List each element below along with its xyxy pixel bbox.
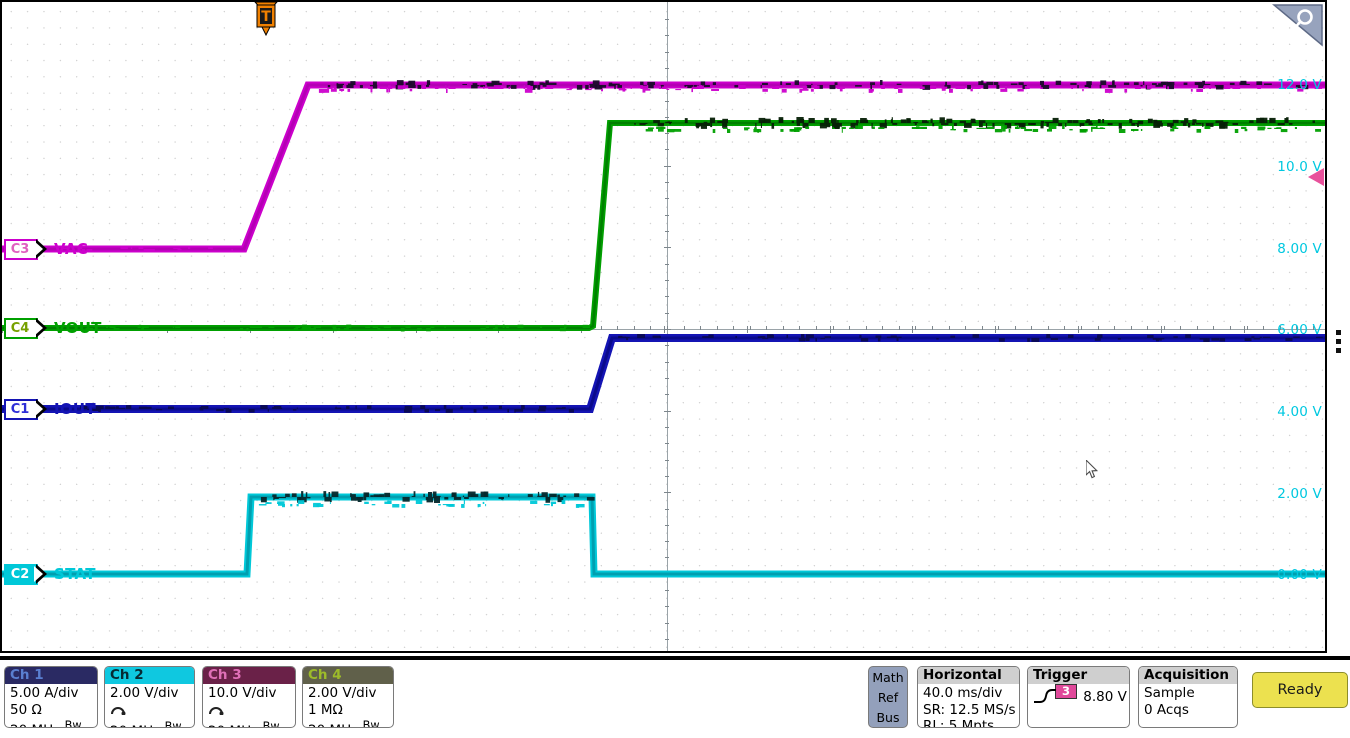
scale-label-2: 8.00 V: [1277, 241, 1322, 257]
channel-marker-c3[interactable]: C3 VAC: [4, 238, 88, 260]
trace-stat: [1, 493, 1326, 578]
trigger-level: 8.80 V: [1083, 689, 1127, 705]
ch1-coupling: 50 Ω: [10, 701, 42, 718]
channel-tag-c3[interactable]: C3: [4, 238, 47, 260]
channel-marker-c1[interactable]: C1 IOUT: [4, 398, 96, 420]
trigger-position-marker[interactable]: T: [253, 1, 279, 41]
rising-edge-icon: [1033, 689, 1057, 704]
bottom-settings-bar: Ch 1 5.00 A/div 50 Ω 20 MHz Bw Ch 2 2.00…: [0, 656, 1350, 738]
channel-label-c2: STAT: [54, 565, 96, 583]
channel-label-c1: IOUT: [54, 400, 96, 418]
trigger-title: Trigger: [1033, 667, 1088, 683]
acquisition-count: 0 Acqs: [1144, 701, 1189, 718]
channel-card-ch2-header[interactable]: Ch 2: [105, 667, 194, 684]
status-badge[interactable]: Ready: [1252, 672, 1348, 708]
channel-card-ch3-header[interactable]: Ch 3: [203, 667, 295, 684]
ch1-scale: 5.00 A/div: [10, 685, 79, 701]
ch2-bw-sup: Bw: [164, 720, 182, 728]
channel-marker-c4[interactable]: C4 VOUT: [4, 317, 102, 339]
channel-card-ch1-header[interactable]: Ch 1: [5, 667, 97, 684]
ch3-probe-icon: [208, 702, 290, 720]
channel-tag-c1[interactable]: C1: [4, 398, 47, 420]
ch1-bandwidth: 20 MHz Bw: [10, 718, 92, 728]
ch2-scale: 2.00 V/div: [110, 685, 179, 701]
ch2-probe-icon: [110, 702, 189, 720]
ch4-bw-sup: Bw: [362, 719, 380, 728]
ch3-bw-sup: Bw: [262, 720, 280, 728]
ch4-bandwidth: 20 MHz Bw: [308, 718, 388, 728]
ch3-scale: 10.0 V/div: [208, 685, 277, 701]
horizontal-scale: 40.0 ms/div: [923, 685, 1003, 701]
channel-label-c4: VOUT: [54, 319, 102, 337]
scale-label-3: 6.00 V: [1277, 322, 1322, 338]
ch2-bandwidth: 20 MHz Bw: [110, 719, 189, 728]
mouse-cursor: [1085, 458, 1100, 480]
ch4-coupling: 1 MΩ: [308, 701, 343, 718]
vertical-drag-handle[interactable]: [1336, 326, 1344, 353]
acquisition-card[interactable]: Acquisition Sample 0 Acqs: [1138, 666, 1238, 728]
channel-tag-c2[interactable]: C2: [4, 563, 47, 585]
channel-card-ch2[interactable]: Ch 2 2.00 V/div 20 MHz Bw: [104, 666, 195, 728]
channel-card-ch4[interactable]: Ch 4 2.00 V/div 1 MΩ 20 MHz Bw: [302, 666, 394, 728]
waveform-graticule[interactable]: 12.0 V 10.0 V 8.00 V 6.00 V 4.00 V 2.00 V 0.00…: [1, 1, 1326, 652]
ch3-bandwidth: 20 MHz Bw: [208, 719, 290, 728]
trigger-level-marker[interactable]: [1308, 168, 1324, 186]
channel-tag-c4[interactable]: C4: [4, 317, 47, 339]
bus-label[interactable]: Bus: [869, 708, 907, 728]
channel-marker-c2[interactable]: C2 STAT: [4, 563, 96, 585]
channel-card-ch4-header[interactable]: Ch 4: [303, 667, 393, 684]
math-label[interactable]: Math: [869, 668, 907, 688]
horizontal-record-length: RL: 5 Mpts: [923, 718, 995, 728]
bar-top-rule: [0, 656, 1350, 660]
horizontal-sample-rate: SR: 12.5 MS/s: [923, 701, 1016, 718]
channel-card-ch1[interactable]: Ch 1 5.00 A/div 50 Ω 20 MHz Bw: [4, 666, 98, 728]
trace-noise-speckle: [61, 80, 1323, 508]
trigger-card[interactable]: Trigger 3 8.80 V: [1027, 666, 1130, 728]
ch4-scale: 2.00 V/div: [308, 685, 377, 701]
trigger-marker-letter: T: [261, 9, 271, 25]
channel-card-ch3[interactable]: Ch 3 10.0 V/div 20 MHz Bw: [202, 666, 296, 728]
channel-label-c3: VAC: [54, 240, 89, 258]
scale-label-6: 0.00 V: [1277, 567, 1322, 583]
horizontal-card[interactable]: Horizontal 40.0 ms/div SR: 12.5 MS/s RL:…: [917, 666, 1020, 728]
trace-vac: [1, 81, 1326, 253]
scale-label-5: 2.00 V: [1277, 486, 1322, 502]
trigger-row: 8.80 V: [1033, 689, 1127, 706]
trigger-card-header: Trigger 3: [1028, 667, 1129, 699]
horizontal-card-header: Horizontal: [918, 667, 1019, 684]
waveform-traces: [1, 1, 1326, 652]
trace-vout: [1, 120, 1326, 331]
math-ref-bus-button[interactable]: Math Ref Bus: [868, 666, 908, 728]
scale-label-0: 12.0 V: [1277, 77, 1322, 93]
ch1-bw-sup: Bw: [64, 719, 82, 728]
zoom-indicator-icon[interactable]: [1271, 3, 1324, 47]
ref-label[interactable]: Ref: [869, 688, 907, 708]
scale-label-4: 4.00 V: [1277, 404, 1322, 420]
acquisition-mode: Sample: [1144, 685, 1195, 701]
acquisition-card-header: Acquisition: [1139, 667, 1237, 684]
oscilloscope-screen: 12.0 V 10.0 V 8.00 V 6.00 V 4.00 V 2.00 V 0.00…: [0, 0, 1350, 738]
trace-iout: [1, 334, 1326, 413]
